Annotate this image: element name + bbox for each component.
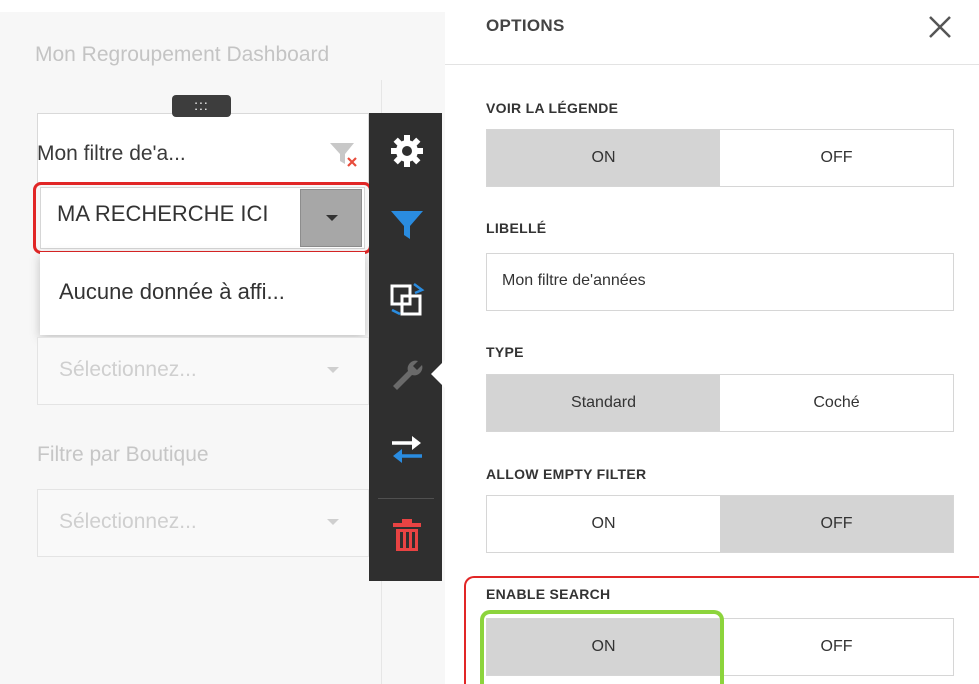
active-tool-pointer [431,360,445,388]
type-standard-option[interactable]: Standard [487,375,720,431]
filter-title: Mon filtre de'a... [37,142,186,165]
wrench-icon [393,360,423,390]
item-toolbar [369,113,442,581]
delete-button[interactable] [384,512,430,558]
gear-icon [391,135,423,167]
settings-button[interactable] [384,128,430,174]
panel-divider [445,64,979,65]
allow-empty-label: ALLOW EMPTY FILTER [486,466,647,482]
legend-on-option[interactable]: ON [487,130,720,186]
trash-icon [393,519,421,551]
legend-label: VOIR LA LÉGENDE [486,100,619,116]
options-button[interactable] [384,353,430,399]
search-highlight-frame [33,182,372,254]
allow-empty-off-option[interactable]: OFF [720,496,953,552]
allow-empty-toggle: ON OFF [486,495,954,553]
type-checked-option[interactable]: Coché [720,375,953,431]
convert-icon [390,283,425,316]
top-strip [0,0,445,12]
chevron-down-icon [327,519,339,525]
select-placeholder-2: Sélectionnez... [59,510,197,533]
caption-input-value[interactable]: Mon filtre de'années [502,272,646,290]
clear-filter-icon[interactable] [327,137,359,169]
caption-label: LIBELLÉ [486,220,547,236]
group-title: Mon Regroupement Dashboard [35,43,330,66]
legend-off-option[interactable]: OFF [720,130,953,186]
on-option-highlight-frame [480,610,724,684]
dropdown-empty-message: Aucune donnée à affi... [59,279,285,304]
type-label: TYPE [486,344,524,360]
select-placeholder-1: Sélectionnez... [59,358,197,381]
swap-button[interactable] [384,426,430,472]
filter-label-boutique: Filtre par Boutique [37,443,209,466]
type-toggle: Standard Coché [486,374,954,432]
toolbar-separator [378,498,434,499]
drag-handle[interactable]: ::: [172,95,231,117]
swap-arrows-icon [392,436,422,463]
convert-button[interactable] [384,276,430,322]
filter-button[interactable] [384,201,430,247]
legend-toggle: ON OFF [486,129,954,187]
panel-title: OPTIONS [486,16,565,35]
close-icon[interactable] [925,12,955,42]
allow-empty-on-option[interactable]: ON [487,496,720,552]
filter-icon [391,211,423,239]
chevron-down-icon [327,367,339,373]
